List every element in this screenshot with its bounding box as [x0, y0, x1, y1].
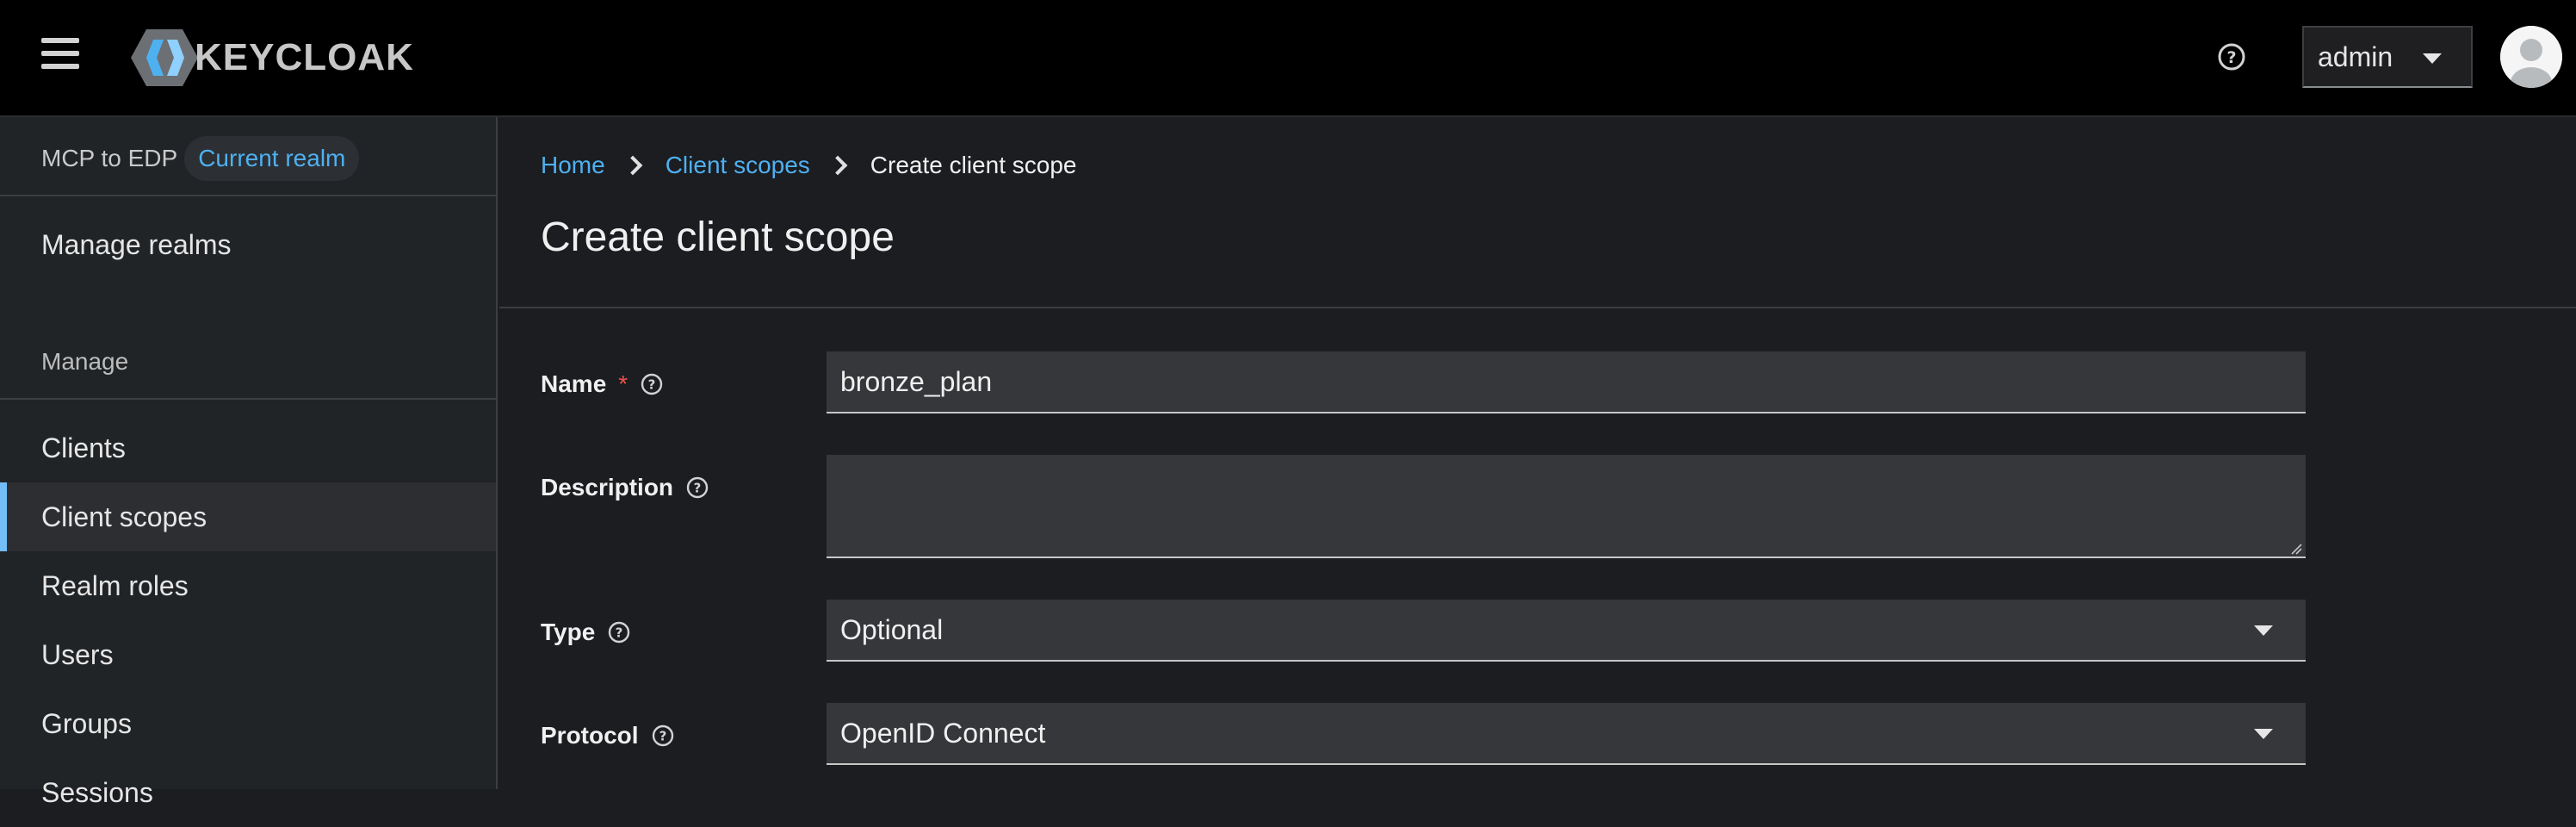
nav-item-users[interactable]: Users — [0, 620, 496, 689]
help-icon[interactable]: ? — [640, 372, 664, 396]
nav-item-sessions[interactable]: Sessions — [0, 758, 496, 827]
header-divider — [499, 307, 2576, 308]
required-indicator: * — [618, 370, 629, 397]
caret-down-icon — [2423, 53, 2442, 64]
avatar[interactable] — [2500, 26, 2562, 88]
nav-section-manage: Manage — [41, 348, 129, 375]
description-textarea[interactable] — [827, 455, 2306, 558]
protocol-select[interactable]: OpenID Connect — [827, 703, 2306, 765]
name-input[interactable] — [827, 351, 2306, 414]
protocol-label-group: Protocol ? — [541, 718, 675, 753]
help-icon[interactable]: ? — [685, 476, 709, 500]
protocol-selected-value: OpenID Connect — [840, 717, 1046, 749]
user-avatar-icon — [2500, 26, 2562, 88]
caret-down-icon — [2254, 729, 2273, 739]
type-select[interactable]: Optional — [827, 600, 2306, 662]
user-menu-label: admin — [2318, 40, 2393, 72]
resize-grip-icon[interactable] — [2290, 543, 2302, 555]
sidebar: MCP to EDP Current realm Manage realms M… — [0, 117, 498, 808]
nav-manage-realms[interactable]: Manage realms — [0, 210, 496, 279]
help-icon[interactable]: ? — [2216, 41, 2247, 72]
type-selected-value: Optional — [840, 613, 944, 645]
svg-text:?: ? — [659, 729, 666, 744]
chevron-right-icon — [622, 155, 643, 176]
main-content: Home Client scopes Create client scope C… — [499, 117, 2576, 789]
keycloak-logo-icon — [131, 29, 198, 86]
sidebar-divider — [0, 195, 496, 196]
current-realm-badge: Current realm — [184, 136, 360, 181]
brand-name: KEYCLOAK — [195, 36, 414, 78]
page-title: Create client scope — [541, 215, 895, 260]
user-menu-dropdown[interactable]: admin — [2302, 26, 2473, 88]
nav-item-client-scopes[interactable]: Client scopes — [0, 482, 496, 551]
masthead: KEYCLOAK ? admin — [0, 0, 2576, 117]
name-label: Name — [541, 370, 607, 397]
breadcrumb-client-scopes[interactable]: Client scopes — [666, 152, 810, 179]
breadcrumb-current: Create client scope — [870, 152, 1077, 178]
protocol-label: Protocol — [541, 722, 639, 749]
sidebar-divider — [0, 398, 496, 400]
type-label: Type — [541, 619, 596, 645]
breadcrumb: Home Client scopes Create client scope — [541, 152, 1076, 179]
svg-text:?: ? — [694, 481, 702, 496]
keycloak-logo[interactable]: KEYCLOAK — [129, 28, 414, 88]
nav-item-clients[interactable]: Clients — [0, 414, 496, 482]
type-label-group: Type ? — [541, 615, 631, 650]
svg-text:?: ? — [2226, 48, 2236, 67]
nav-item-realm-roles[interactable]: Realm roles — [0, 551, 496, 620]
hamburger-menu-icon[interactable] — [41, 34, 81, 72]
breadcrumb-home[interactable]: Home — [541, 152, 605, 179]
nav-item-groups[interactable]: Groups — [0, 689, 496, 758]
description-wrapper — [827, 455, 2306, 558]
help-icon[interactable]: ? — [651, 724, 675, 748]
svg-text:?: ? — [616, 625, 623, 641]
help-icon[interactable]: ? — [607, 620, 631, 644]
description-label: Description — [541, 474, 674, 501]
caret-down-icon — [2254, 625, 2273, 636]
realm-selector[interactable]: MCP to EDP Current realm — [41, 133, 360, 184]
svg-text:?: ? — [648, 377, 656, 393]
name-label-group: Name * ? — [541, 367, 664, 401]
realm-name: MCP to EDP — [41, 145, 178, 171]
description-label-group: Description ? — [541, 470, 709, 505]
chevron-right-icon — [827, 155, 848, 176]
